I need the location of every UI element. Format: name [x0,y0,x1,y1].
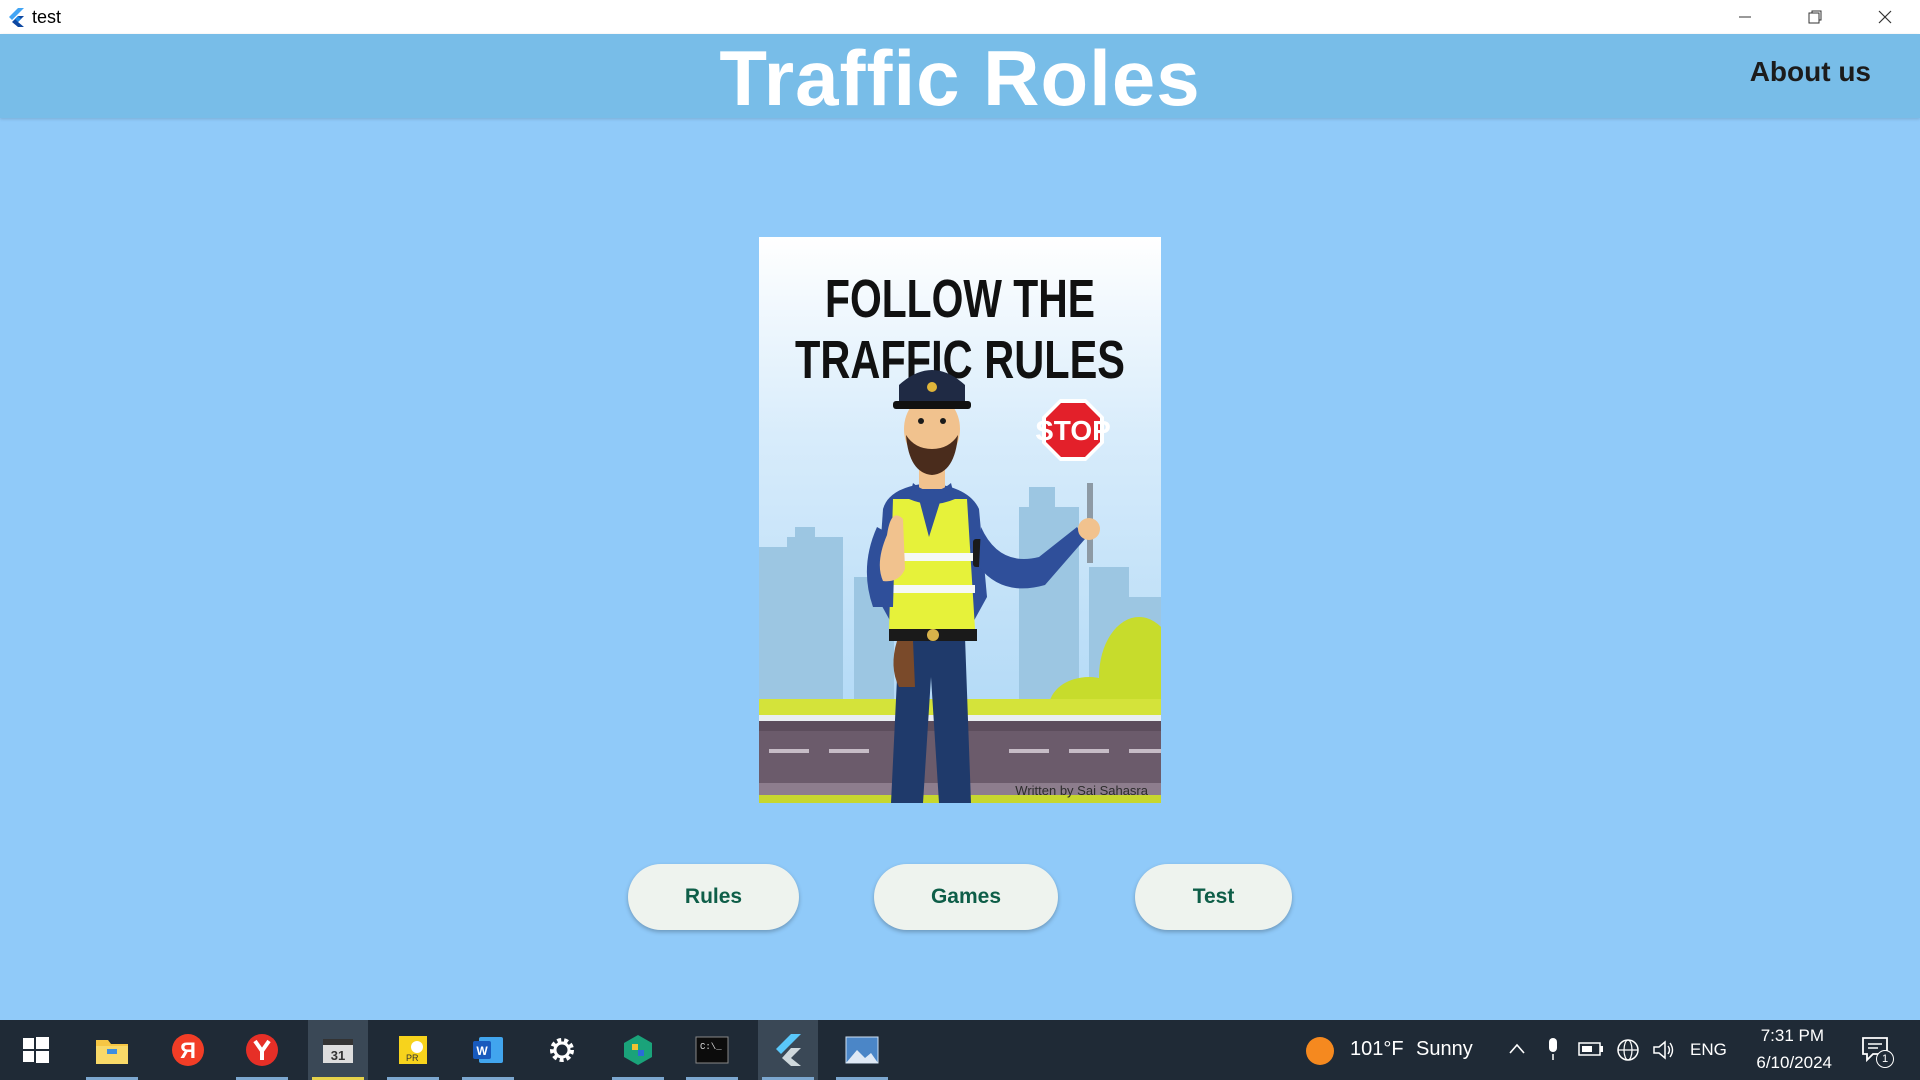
taskbar-yandex[interactable]: Я [158,1020,218,1080]
window-title: test [32,6,62,27]
traffic-rules-poster: FOLLOW THE TRAFFIC RULES STOP Written by… [759,237,1161,803]
yandex-browser-icon [246,1034,278,1066]
taskbar-video-editor[interactable]: 31 [308,1020,368,1080]
globe-icon[interactable] [1616,1038,1640,1062]
stop-sign-text: STOP [1035,415,1111,446]
taskbar: Я 31 PR W C:\_ 101°F Sunny ENG 7:31 PM 6… [0,1020,1920,1080]
word-icon: W [473,1037,503,1063]
settings-icon [550,1038,574,1062]
taskbar-word[interactable]: W [458,1020,518,1080]
rules-button[interactable]: Rules [628,864,799,930]
poster-credit: Written by Sai Sahasra [1015,783,1148,798]
video-editor-icon: 31 [323,1039,353,1063]
clock-time[interactable]: 7:31 PM [1752,1026,1824,1046]
minimize-button[interactable] [1710,0,1780,34]
yandex-icon: Я [172,1034,204,1066]
close-icon [1878,10,1892,24]
microphone-icon[interactable] [1546,1037,1560,1061]
taskbar-file-explorer[interactable] [82,1020,142,1080]
photos-icon [845,1036,879,1064]
window-titlebar: test [0,0,1920,34]
start-icon [23,1037,49,1063]
taskbar-flutter[interactable] [758,1020,818,1080]
restore-button[interactable] [1780,0,1850,34]
svg-text:W: W [476,1044,488,1058]
clock-date[interactable]: 6/10/2024 [1744,1053,1832,1073]
svg-text:C:\_: C:\_ [700,1042,722,1052]
app-bar: Traffic Roles About us [0,34,1920,122]
close-button[interactable] [1850,0,1920,34]
about-us-link[interactable]: About us [1750,56,1871,88]
battery-icon[interactable] [1578,1041,1604,1057]
notification-center-button[interactable]: 1 [1860,1034,1894,1068]
weather-condition[interactable]: Sunny [1416,1038,1473,1061]
games-button[interactable]: Games [874,864,1058,930]
svg-text:31: 31 [331,1048,345,1063]
language-indicator[interactable]: ENG [1690,1040,1727,1060]
flutter-icon [776,1034,801,1066]
taskbar-settings[interactable] [532,1020,592,1080]
minimize-icon [1739,16,1751,18]
flutter-app-icon [9,8,24,27]
app-title: Traffic Roles [719,34,1201,122]
taskbar-photos[interactable] [832,1020,892,1080]
chevron-up-icon[interactable] [1508,1042,1526,1056]
test-button[interactable]: Test [1135,864,1292,930]
taskbar-sticky-notes[interactable]: PR [383,1020,443,1080]
store-icon [624,1035,652,1065]
weather-temperature[interactable]: 101°F [1350,1038,1404,1061]
poster-illustration: FOLLOW THE TRAFFIC RULES STOP Written by… [759,237,1161,803]
svg-text:PR: PR [406,1053,419,1063]
taskbar-terminal[interactable]: C:\_ [682,1020,742,1080]
start-button[interactable] [6,1020,66,1080]
sticky-notes-icon: PR [399,1036,427,1064]
terminal-icon: C:\_ [695,1036,729,1064]
taskbar-store[interactable] [608,1020,668,1080]
restore-icon [1808,10,1822,24]
svg-text:Я: Я [180,1038,196,1063]
notification-count-badge: 1 [1876,1050,1894,1068]
weather-sun-icon [1306,1037,1334,1065]
poster-headline-line1: FOLLOW THE [825,269,1095,329]
taskbar-yandex-browser[interactable] [232,1020,292,1080]
volume-icon[interactable] [1652,1039,1676,1061]
file-explorer-icon [96,1040,128,1064]
